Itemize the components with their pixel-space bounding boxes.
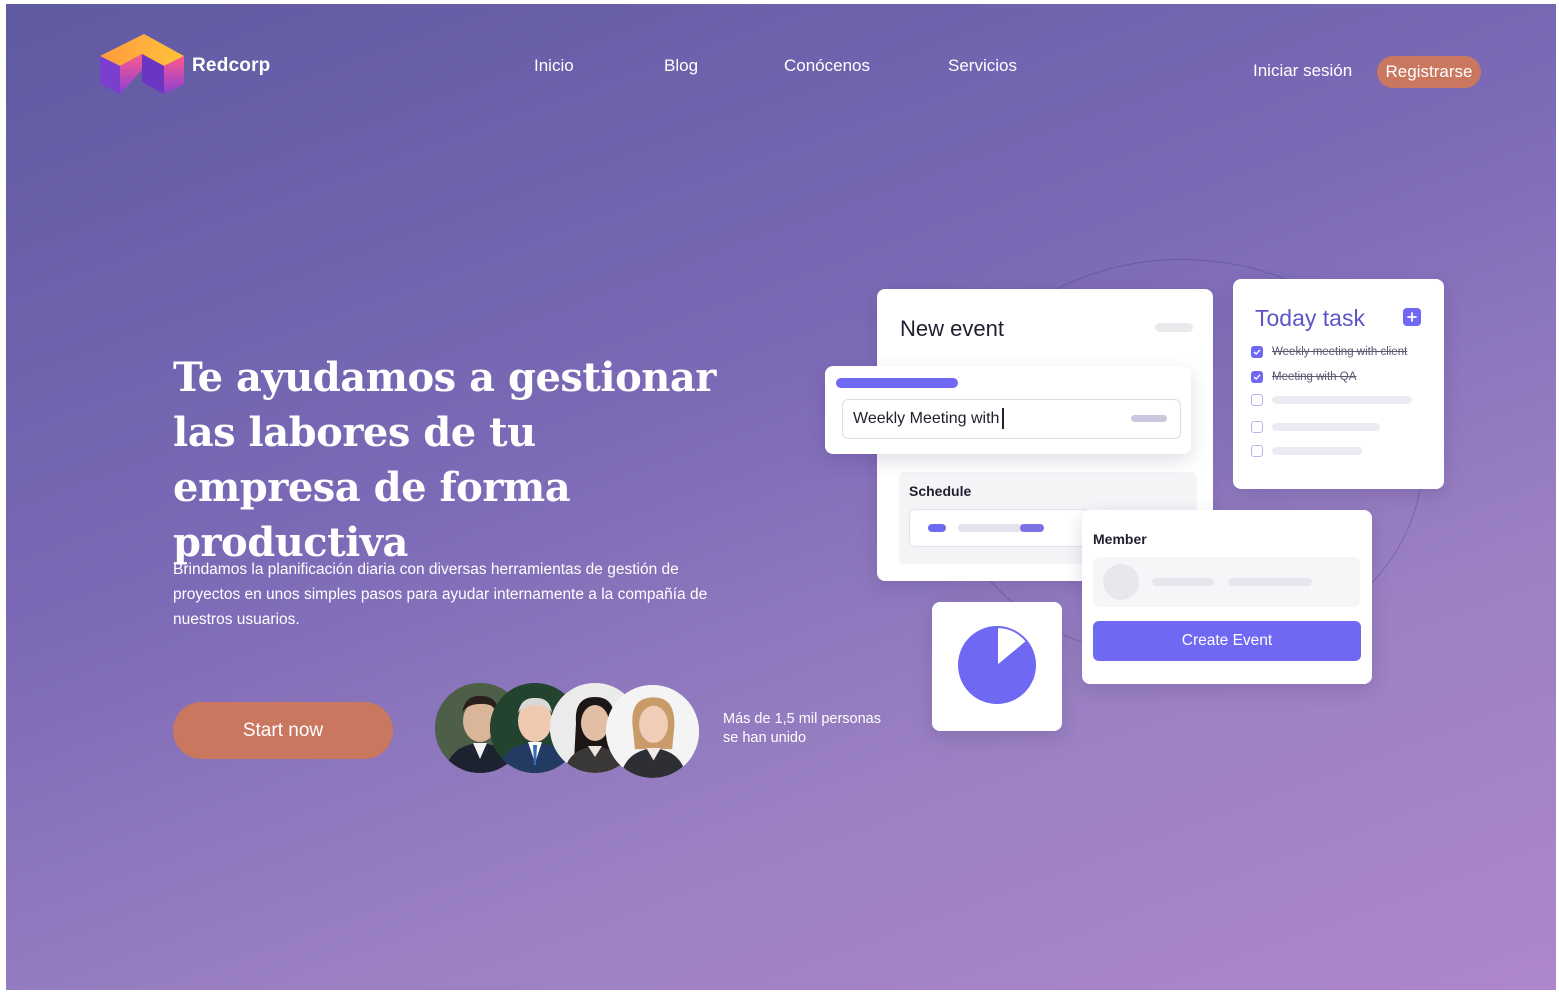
hero-description: Brindamos la planificación diaria con di… [173, 561, 708, 628]
brand-logo[interactable]: Redcorp [100, 30, 270, 101]
task-placeholder-bar [1272, 423, 1380, 431]
check-icon [1251, 371, 1263, 383]
task-placeholder-bar [1272, 447, 1362, 455]
start-now-button[interactable]: Start now [173, 702, 393, 759]
register-button[interactable]: Registrarse [1377, 56, 1481, 88]
logo-cube-icon [100, 30, 184, 101]
accent-bar [836, 378, 958, 388]
task-item[interactable]: Weekly meeting with client [1251, 346, 1407, 358]
avatar [606, 685, 699, 778]
joined-count-text: Más de 1,5 mil personas se han unido [723, 711, 881, 746]
input-hint-bar [1131, 415, 1167, 422]
check-icon [1251, 346, 1263, 358]
nav-blog[interactable]: Blog [664, 56, 698, 76]
nav-servicios[interactable]: Servicios [948, 56, 1017, 76]
today-task-card: Today task Weekly meeting with client Me… [1233, 279, 1444, 489]
task-item[interactable] [1251, 421, 1380, 433]
pie-chart-card [932, 602, 1062, 731]
time-dot [1020, 524, 1044, 532]
schedule-selector[interactable] [909, 509, 1089, 547]
today-task-title: Today task [1255, 305, 1365, 331]
nav-conocenos[interactable]: Conócenos [784, 56, 870, 76]
text-cursor [1002, 408, 1004, 429]
task-item[interactable]: Meeting with QA [1251, 371, 1356, 383]
placeholder-bar [1155, 323, 1193, 332]
login-link[interactable]: Iniciar sesión [1253, 61, 1352, 81]
task-item[interactable] [1251, 445, 1362, 457]
brand-name: Redcorp [192, 54, 271, 76]
placeholder-bar [1228, 578, 1312, 586]
member-avatar-placeholder [1103, 564, 1139, 600]
event-title-value: Weekly Meeting with [853, 410, 1000, 427]
event-title-input[interactable]: Weekly Meeting with [842, 399, 1181, 439]
task-placeholder-bar [1272, 396, 1412, 404]
task-text: Weekly meeting with client [1272, 346, 1408, 358]
nav-inicio[interactable]: Inicio [534, 56, 574, 76]
date-dot [928, 524, 946, 532]
member-card: Member Create Event [1082, 510, 1372, 684]
landing-page: Redcorp Inicio Blog Conócenos Servicios … [6, 4, 1556, 990]
checkbox-icon [1251, 421, 1263, 433]
checkbox-icon [1251, 445, 1263, 457]
checkbox-icon [1251, 394, 1263, 406]
member-selector[interactable] [1093, 557, 1360, 607]
placeholder-bar [1152, 578, 1214, 586]
member-label: Member [1093, 531, 1147, 547]
task-item[interactable] [1251, 394, 1412, 406]
hero-title: Te ayudamos a gestionar las labores de t… [173, 354, 716, 566]
new-event-title: New event [900, 316, 1004, 341]
plus-icon[interactable] [1403, 308, 1421, 326]
pie-chart-icon [958, 626, 1036, 704]
schedule-label: Schedule [909, 483, 972, 499]
create-event-button[interactable]: Create Event [1093, 621, 1361, 661]
task-text: Meeting with QA [1272, 371, 1357, 383]
event-input-card: Weekly Meeting with [825, 366, 1191, 454]
